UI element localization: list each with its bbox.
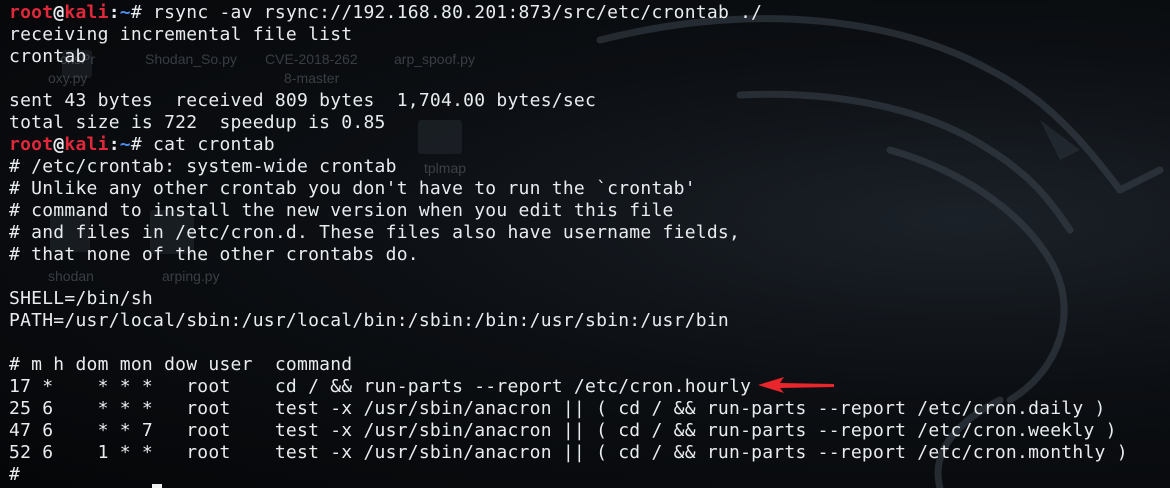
output-line: # /etc/crontab: system-wide crontab — [9, 156, 397, 177]
output-line: # command to install the new version whe… — [9, 200, 674, 221]
prompt-host: kali — [64, 2, 109, 23]
prompt-path: ~ — [119, 134, 131, 155]
crontab-header-line: # m h dom mon dow user command — [9, 354, 353, 375]
output-line: PATH=/usr/local/sbin:/usr/local/bin:/sbi… — [9, 310, 729, 331]
crontab-entry-daily: 25 6 * * * root test -x /usr/sbin/anacro… — [9, 398, 1106, 419]
crontab-entry-monthly: 52 6 1 * * root test -x /usr/sbin/anacro… — [9, 442, 1128, 463]
prompt-user: root — [9, 134, 54, 155]
prompt-symbol: # — [130, 2, 142, 23]
output-line: receiving incremental file list — [9, 24, 353, 45]
output-line: # — [9, 464, 21, 485]
output-line: SHELL=/bin/sh — [9, 288, 153, 309]
output-line: crontab — [9, 46, 87, 67]
prompt-line: root@kali:~# cat crontab — [9, 134, 275, 155]
prompt-user: root — [9, 2, 54, 23]
output-line: sent 43 bytes received 809 bytes 1,704.0… — [9, 90, 597, 111]
output-line: total size is 722 speedup is 0.85 — [9, 112, 386, 133]
crontab-entry-hourly: 17 * * * * root cd / && run-parts --repo… — [9, 376, 752, 397]
output-line: # and files in /etc/cron.d. These files … — [9, 222, 741, 243]
prompt-line: root@kali:~# rsync -av rsync://192.168.8… — [9, 2, 763, 23]
command-text: rsync -av rsync://192.168.80.201:873/src… — [153, 2, 763, 23]
prompt-path: ~ — [119, 2, 131, 23]
red-arrow-annotation-icon — [758, 377, 834, 393]
text-cursor — [152, 484, 162, 488]
output-line: # that none of the other crontabs do. — [9, 244, 419, 265]
prompt-host: kali — [64, 134, 109, 155]
output-line: # Unlike any other crontab you don't hav… — [9, 178, 696, 199]
terminal-output: root@kali:~# rsync -av rsync://192.168.8… — [9, 2, 1128, 486]
command-text: cat crontab — [153, 134, 275, 155]
terminal-window[interactable]: cksPr Shodan_So.py CVE-2018-262 arp_spoo… — [0, 0, 1170, 488]
crontab-entry-weekly: 47 6 * * 7 root test -x /usr/sbin/anacro… — [9, 420, 1117, 441]
prompt-symbol: # — [130, 134, 142, 155]
